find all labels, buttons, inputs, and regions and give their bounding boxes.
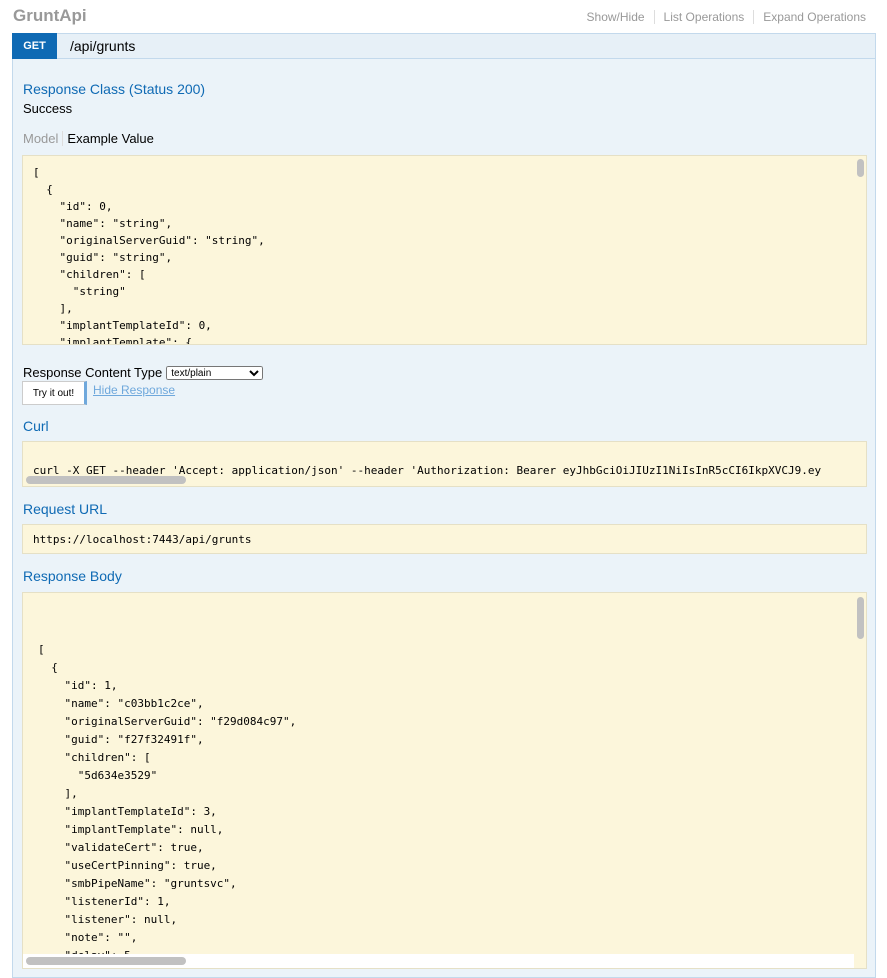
code-line: "validateCert": true,	[38, 841, 204, 854]
code-line: [	[33, 166, 40, 179]
code-line: {	[38, 661, 58, 674]
tab-example-value[interactable]: Example Value	[63, 131, 153, 146]
code-line: ],	[33, 302, 73, 315]
operation-header[interactable]: GET /api/grunts	[12, 33, 876, 59]
request-url-heading: Request URL	[23, 501, 108, 517]
request-url-value: https://localhost:7443/api/grunts	[33, 533, 252, 546]
content-type-select[interactable]: text/plain	[166, 365, 264, 380]
method-badge[interactable]: GET	[12, 33, 57, 59]
code-line: "children": [	[33, 268, 146, 281]
code-line: "listener": null,	[38, 913, 178, 926]
code-line: "id": 1,	[38, 679, 118, 692]
curl-box[interactable]: curl -X GET --header 'Accept: applicatio…	[22, 441, 867, 487]
show-hide-link[interactable]: Show/Hide	[578, 10, 654, 24]
code-line: "useCertPinning": true,	[38, 859, 217, 872]
tab-model[interactable]: Model	[23, 131, 64, 146]
api-title[interactable]: GruntApi	[13, 6, 87, 26]
list-operations-link[interactable]: List Operations	[653, 10, 754, 24]
code-line: "listenerId": 1,	[38, 895, 171, 908]
code-line: "smbPipeName": "gruntsvc",	[38, 877, 237, 890]
code-line: "implantTemplate": {	[33, 336, 192, 345]
code-line: "originalServerGuid": "string",	[33, 234, 265, 247]
code-line: "originalServerGuid": "f29d084c97",	[38, 715, 297, 728]
response-body-heading: Response Body	[23, 568, 122, 584]
code-line: "guid": "string",	[33, 251, 173, 264]
code-line: ],	[38, 787, 78, 800]
expand-operations-link[interactable]: Expand Operations	[753, 10, 866, 24]
try-it-out-button[interactable]: Try it out!	[22, 381, 87, 405]
horizontal-scrollbar[interactable]	[26, 957, 186, 965]
curl-heading: Curl	[23, 418, 49, 434]
hide-response-link[interactable]: Hide Response	[93, 383, 175, 397]
code-line: "note": "",	[38, 931, 138, 944]
code-line: [	[38, 643, 45, 656]
vertical-scrollbar[interactable]	[857, 159, 864, 177]
code-line: "implantTemplateId": 0,	[33, 319, 212, 332]
request-url-box[interactable]: https://localhost:7443/api/grunts	[22, 524, 867, 554]
code-line: "5d634e3529"	[38, 769, 158, 782]
example-value-box[interactable]: [ { "id": 0, "name": "string", "original…	[22, 155, 867, 345]
code-line: {	[33, 183, 53, 196]
code-line: "implantTemplate": null,	[38, 823, 224, 836]
response-class-description: Success	[23, 101, 73, 116]
horizontal-scrollbar[interactable]	[26, 476, 186, 484]
operation-path[interactable]: /api/grunts	[70, 38, 135, 54]
code-line: "implantTemplateId": 3,	[38, 805, 217, 818]
response-body-box[interactable]: [ { "id": 1, "name": "c03bb1c2ce", "orig…	[22, 592, 867, 969]
content-type-label: Response Content Type	[23, 365, 163, 380]
code-line: "name": "string",	[33, 217, 173, 230]
code-line: "id": 0,	[33, 200, 113, 213]
vertical-scrollbar[interactable]	[857, 597, 864, 639]
code-line: "string"	[33, 285, 126, 298]
operations-links: Show/Hide List Operations Expand Operati…	[578, 10, 866, 24]
code-line: "children": [	[38, 751, 151, 764]
code-line: "guid": "f27f32491f",	[38, 733, 204, 746]
operation-content: Response Class (Status 200) Success Mode…	[12, 59, 876, 978]
response-class-heading: Response Class (Status 200)	[23, 81, 206, 97]
code-line: "name": "c03bb1c2ce",	[38, 697, 204, 710]
